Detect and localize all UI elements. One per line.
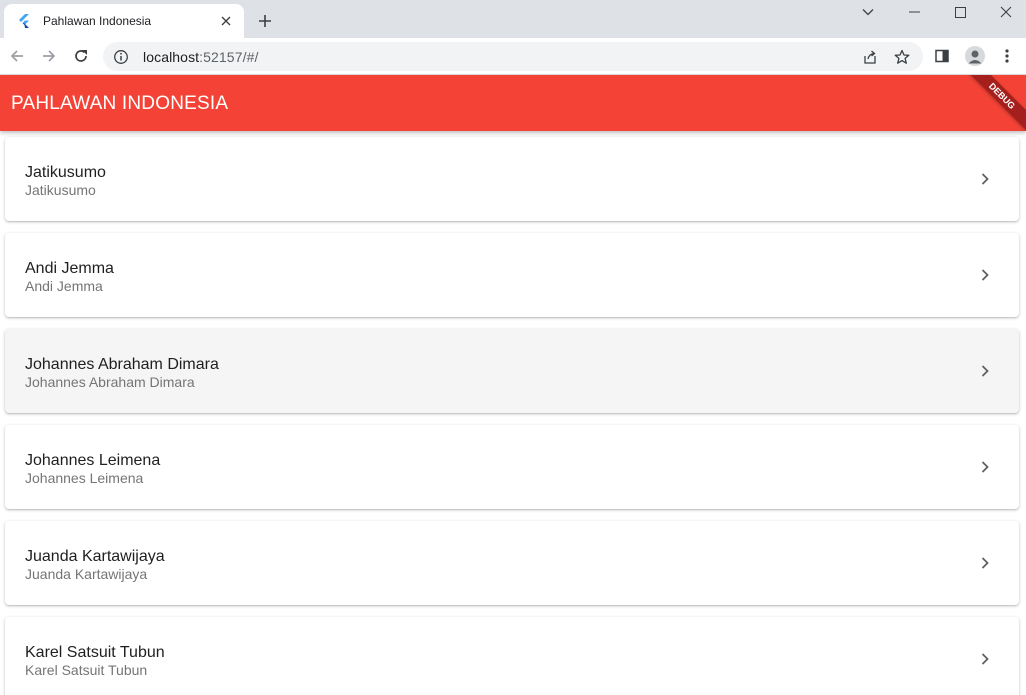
- app-bar: PAHLAWAN INDONESIA DEBUG: [0, 75, 1026, 131]
- hero-name: Andi Jemma: [25, 260, 114, 277]
- flutter-logo-icon: [18, 13, 34, 29]
- hero-card[interactable]: Karel Satsuit Tubun Karel Satsuit Tubun: [5, 617, 1019, 695]
- hero-name: Karel Satsuit Tubun: [25, 644, 165, 661]
- address-bar[interactable]: localhost:52157/#/: [103, 42, 923, 71]
- hero-card[interactable]: Johannes Leimena Johannes Leimena: [5, 425, 1019, 509]
- site-info-icon[interactable]: [113, 49, 129, 65]
- back-icon[interactable]: [3, 42, 31, 70]
- hero-list: Jatikusumo Jatikusumo Andi Jemma Andi Je…: [0, 131, 1026, 695]
- new-tab-button[interactable]: [252, 8, 278, 34]
- bookmark-star-icon[interactable]: [893, 48, 911, 66]
- chevron-right-icon: [977, 651, 993, 667]
- maximize-icon[interactable]: [937, 0, 983, 24]
- app-title: PAHLAWAN INDONESIA: [11, 93, 229, 114]
- url-text: localhost:52157/#/: [143, 49, 258, 65]
- hero-card[interactable]: Andi Jemma Andi Jemma: [5, 233, 1019, 317]
- hero-name: Johannes Leimena: [25, 452, 161, 469]
- hero-name: Juanda Kartawijaya: [25, 548, 165, 565]
- hero-name: Jatikusumo: [25, 164, 106, 181]
- url-path: :52157/#/: [199, 48, 259, 65]
- hero-subtitle: Johannes Abraham Dimara: [25, 374, 195, 390]
- more-menu-icon[interactable]: [993, 42, 1021, 70]
- hero-subtitle: Juanda Kartawijaya: [25, 566, 148, 582]
- side-panel-icon[interactable]: [928, 42, 956, 70]
- url-host: localhost: [143, 48, 200, 65]
- chevron-right-icon: [977, 171, 993, 187]
- tab-strip: Pahlawan Indonesia: [0, 0, 1026, 38]
- hero-name: Johannes Abraham Dimara: [25, 356, 219, 373]
- debug-banner: DEBUG: [961, 75, 1026, 131]
- forward-icon[interactable]: [35, 42, 63, 70]
- browser-toolbar: localhost:52157/#/: [0, 38, 1026, 75]
- hero-subtitle: Andi Jemma: [25, 278, 103, 294]
- close-tab-icon[interactable]: [218, 13, 234, 29]
- hero-card[interactable]: Johannes Abraham Dimara Johannes Abraham…: [5, 329, 1019, 413]
- reload-icon[interactable]: [67, 42, 95, 70]
- tab-title: Pahlawan Indonesia: [43, 14, 152, 28]
- tab-search-icon[interactable]: [845, 0, 891, 24]
- hero-subtitle: Karel Satsuit Tubun: [25, 662, 148, 678]
- profile-avatar-icon[interactable]: [961, 42, 989, 70]
- hero-subtitle: Johannes Leimena: [25, 470, 144, 486]
- chevron-right-icon: [977, 459, 993, 475]
- minimize-icon[interactable]: [891, 0, 937, 24]
- chevron-right-icon: [977, 555, 993, 571]
- browser-tab[interactable]: Pahlawan Indonesia: [4, 4, 244, 38]
- hero-subtitle: Jatikusumo: [25, 182, 96, 198]
- window-close-icon[interactable]: [983, 0, 1026, 24]
- chevron-right-icon: [977, 267, 993, 283]
- hero-card[interactable]: Jatikusumo Jatikusumo: [5, 137, 1019, 221]
- share-icon[interactable]: [861, 48, 879, 66]
- hero-card[interactable]: Juanda Kartawijaya Juanda Kartawijaya: [5, 521, 1019, 605]
- chevron-right-icon: [977, 363, 993, 379]
